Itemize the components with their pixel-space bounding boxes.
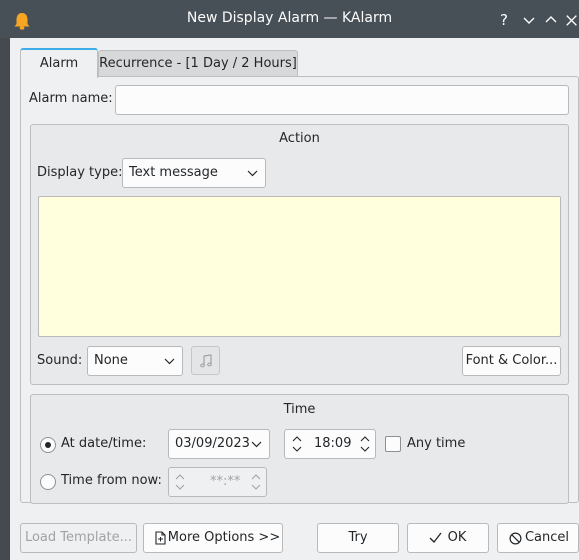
message-text-area[interactable] bbox=[38, 196, 561, 337]
time-spinbox[interactable]: 18:09 bbox=[284, 429, 376, 459]
at-datetime-label: At date/time: bbox=[61, 436, 147, 451]
display-type-label: Display type: bbox=[37, 165, 123, 180]
any-time-checkbox[interactable] bbox=[385, 436, 401, 452]
date-select[interactable]: 03/09/2023 bbox=[168, 429, 270, 459]
action-group-title: Action bbox=[279, 131, 320, 146]
display-type-select[interactable]: Text message bbox=[122, 158, 266, 188]
date-value: 03/09/2023 bbox=[175, 436, 250, 451]
title-bar: New Display Alarm — KAlarm ? bbox=[0, 0, 579, 38]
tab-recurrence[interactable]: Recurrence - [1 Day / 2 Hours] bbox=[98, 50, 298, 77]
chevron-down-icon bbox=[164, 358, 175, 365]
at-datetime-radio[interactable] bbox=[40, 437, 56, 453]
time-from-now-spinbox[interactable]: **:** bbox=[168, 467, 267, 497]
spin-arrows-icon bbox=[175, 474, 185, 490]
sound-label: Sound: bbox=[37, 353, 83, 368]
help-button[interactable]: ? bbox=[496, 12, 512, 28]
window-title: New Display Alarm — KAlarm bbox=[186, 10, 393, 26]
maximize-button[interactable] bbox=[543, 12, 559, 28]
display-type-value: Text message bbox=[129, 165, 218, 180]
alarm-name-input[interactable] bbox=[115, 85, 569, 115]
font-color-button[interactable]: Font & Color... bbox=[462, 346, 561, 376]
spin-arrows-icon[interactable] bbox=[359, 433, 371, 455]
time-from-now-value: **:** bbox=[210, 474, 241, 489]
try-button[interactable]: Try bbox=[317, 523, 399, 553]
sound-select[interactable]: None bbox=[87, 346, 183, 376]
sound-value: None bbox=[94, 353, 128, 368]
minimize-button[interactable] bbox=[521, 12, 537, 28]
document-icon bbox=[155, 531, 166, 545]
cancel-icon bbox=[509, 532, 522, 545]
time-group-title: Time bbox=[283, 402, 316, 417]
close-button[interactable] bbox=[565, 12, 579, 28]
time-value: 18:09 bbox=[314, 436, 352, 451]
spin-arrows-icon bbox=[251, 474, 261, 490]
music-note-icon bbox=[200, 354, 212, 368]
check-icon bbox=[429, 532, 442, 543]
more-options-button[interactable]: More Options >> bbox=[143, 523, 283, 553]
chevron-down-icon bbox=[251, 441, 262, 448]
load-template-button[interactable]: Load Template... bbox=[20, 523, 137, 553]
spin-arrows-icon[interactable] bbox=[291, 433, 303, 455]
sound-file-button[interactable] bbox=[191, 346, 220, 375]
time-group: Time At date/time: 03/09/2023 18:09 Any … bbox=[30, 394, 569, 504]
alarm-name-label: Alarm name: bbox=[29, 91, 113, 106]
any-time-label: Any time bbox=[407, 436, 466, 451]
radio-selected-dot bbox=[45, 442, 51, 448]
action-group: Action Display type: Text message Sound:… bbox=[30, 124, 569, 385]
ok-label: OK bbox=[447, 530, 467, 545]
dialog-body: Alarm Recurrence - [1 Day / 2 Hours] Ala… bbox=[10, 38, 579, 560]
alarm-tab-panel: Alarm name: Action Display type: Text me… bbox=[20, 76, 579, 504]
time-from-now-radio[interactable] bbox=[40, 474, 56, 490]
cancel-button[interactable]: Cancel bbox=[497, 523, 579, 553]
cancel-label: Cancel bbox=[524, 530, 570, 545]
time-from-now-label: Time from now: bbox=[61, 473, 162, 488]
tab-alarm[interactable]: Alarm bbox=[20, 48, 98, 78]
chevron-down-icon bbox=[247, 170, 258, 177]
more-options-label: More Options >> bbox=[167, 530, 281, 545]
ok-button[interactable]: OK bbox=[407, 523, 489, 553]
